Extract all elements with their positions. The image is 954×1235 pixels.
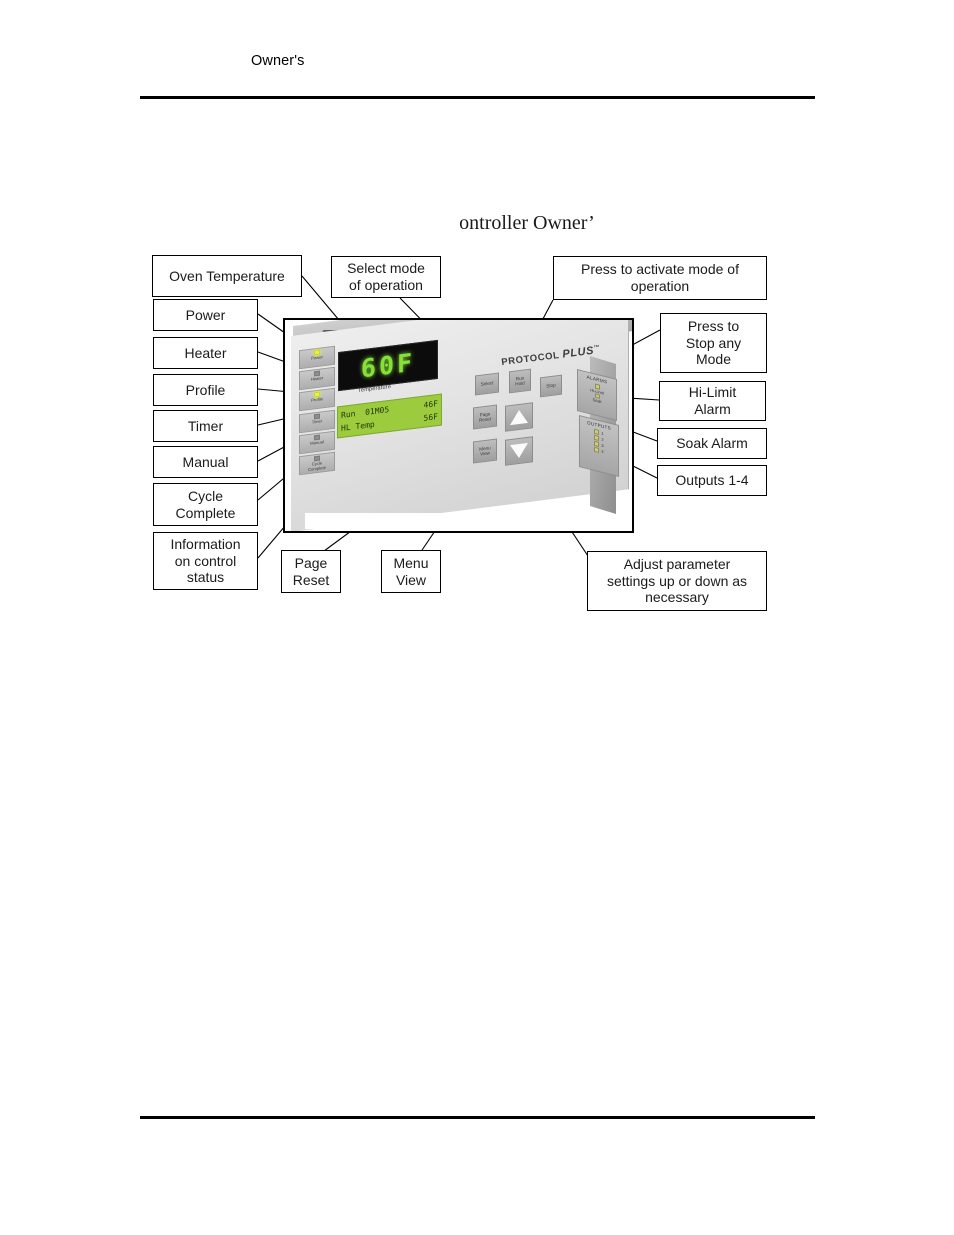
- callout-oven-temperature: Oven Temperature: [152, 255, 302, 297]
- output-3-indicator-icon: [594, 441, 600, 447]
- led-button-power[interactable]: Power: [299, 345, 335, 370]
- arrow-down-icon: [510, 442, 528, 460]
- callout-soak-alarm-label: Soak Alarm: [676, 435, 748, 452]
- brand-trademark: ™: [593, 344, 601, 352]
- page-reset-button-label: Page Reset: [478, 410, 491, 423]
- callout-power: Power: [153, 299, 258, 331]
- callout-outputs-1-4: Outputs 1-4: [657, 465, 767, 496]
- callout-select-mode-label: Select mode of operation: [347, 260, 425, 293]
- output-2-indicator-icon: [594, 435, 600, 441]
- select-button[interactable]: Select: [475, 372, 499, 396]
- page-header-text: Owner's: [251, 53, 305, 69]
- callout-information-on-control-status: Information on control status: [153, 532, 258, 590]
- page-title: ontroller Owner’: [0, 212, 954, 235]
- callout-adjust-parameter: Adjust parameter settings up or down as …: [587, 551, 767, 611]
- led-button-cycle-complete-label: Cycle Complete: [308, 460, 326, 472]
- callout-press-to-activate-label: Press to activate mode of operation: [581, 261, 739, 294]
- callout-manual-label: Manual: [182, 453, 229, 470]
- callout-information-label: Information on control status: [170, 536, 241, 586]
- callout-oven-temperature-label: Oven Temperature: [169, 267, 285, 284]
- led-button-heater-label: Heater: [310, 375, 324, 382]
- page-title-text: ontroller Owner’: [459, 212, 595, 234]
- callout-profile-label: Profile: [185, 381, 226, 398]
- callout-hi-limit-alarm: Hi-Limit Alarm: [659, 381, 766, 421]
- callout-timer-label: Timer: [187, 417, 224, 434]
- led-button-cycle-complete[interactable]: Cycle Complete: [299, 451, 335, 476]
- stop-button[interactable]: Stop: [540, 374, 562, 398]
- output-indicator-4: 4: [594, 447, 604, 455]
- callout-cycle-complete-label: Cycle Complete: [175, 487, 236, 521]
- callout-hi-limit-alarm-label: Hi-Limit Alarm: [688, 384, 737, 417]
- callout-select-mode: Select mode of operation: [331, 256, 441, 298]
- callout-cycle-complete: Cycle Complete: [153, 483, 258, 526]
- callout-profile: Profile: [153, 374, 258, 406]
- outputs-panel: OUTPUTS 1 2 3 4: [579, 415, 619, 477]
- led-button-manual-label: Manual: [310, 438, 324, 446]
- callout-heater: Heater: [153, 337, 258, 369]
- led-button-timer-label: Timer: [311, 417, 323, 425]
- led-button-power-label: Power: [311, 354, 323, 361]
- output-4-indicator-icon: [594, 447, 600, 453]
- temperature-display-value: 60F: [360, 347, 416, 384]
- callout-page-reset: Page Reset: [281, 550, 341, 593]
- photo-background-fill: [305, 513, 605, 529]
- led-button-manual[interactable]: Manual: [299, 430, 335, 454]
- led-button-timer[interactable]: Timer: [299, 409, 335, 433]
- callout-soak-alarm: Soak Alarm: [657, 428, 767, 459]
- increase-value-button[interactable]: [505, 402, 533, 432]
- callout-menu-view: Menu View: [381, 550, 441, 593]
- alarm-soak: Soak: [592, 392, 602, 405]
- callout-press-to-activate: Press to activate mode of operation: [553, 256, 767, 300]
- callout-menu-view-label: Menu View: [393, 554, 429, 588]
- status-led-column: Power Heater Profile Timer Manual Cycle …: [299, 345, 335, 478]
- callout-press-to-stop-label: Press to Stop any Mode: [685, 318, 742, 368]
- menu-view-button-label: Menu View: [479, 444, 491, 457]
- page-reset-button[interactable]: Page Reset: [473, 404, 497, 430]
- header-rule: [140, 96, 815, 99]
- footer-rule: [140, 1116, 815, 1119]
- callout-power-label: Power: [185, 306, 226, 323]
- callout-heater-label: Heater: [184, 344, 227, 361]
- select-button-label: Select: [480, 380, 494, 388]
- callout-press-to-stop: Press to Stop any Mode: [660, 313, 767, 373]
- output-3-label: 3: [601, 442, 604, 449]
- run-hold-button-label: Run Hold: [515, 375, 525, 387]
- alarm-soak-label: Soak: [592, 396, 602, 405]
- lcd-line-2-left: HL Temp: [341, 419, 375, 433]
- output-1-indicator-icon: [594, 429, 600, 435]
- output-2-label: 2: [601, 436, 604, 443]
- decrease-value-button[interactable]: [505, 436, 533, 466]
- output-1-label: 1: [601, 430, 604, 437]
- callout-manual: Manual: [153, 446, 258, 478]
- stop-button-label: Stop: [546, 382, 556, 389]
- callout-outputs-label: Outputs 1-4: [675, 472, 749, 489]
- led-button-heater[interactable]: Heater: [299, 366, 335, 391]
- output-4-label: 4: [601, 448, 604, 455]
- controller-device: PROTOCOL PLUS™ 60F Temperature Run 01M05…: [285, 320, 632, 531]
- controller-photo: PROTOCOL PLUS™ 60F Temperature Run 01M05…: [283, 318, 634, 533]
- leader-lines: [257, 275, 661, 559]
- run-hold-button[interactable]: Run Hold: [509, 368, 531, 394]
- led-button-profile[interactable]: Profile: [299, 388, 335, 412]
- led-button-profile-label: Profile: [311, 396, 323, 404]
- callout-page-reset-label: Page Reset: [292, 554, 330, 588]
- menu-view-button[interactable]: Menu View: [473, 438, 497, 464]
- callout-adjust-parameter-label: Adjust parameter settings up or down as …: [606, 556, 748, 606]
- arrow-up-icon: [510, 408, 528, 426]
- lcd-line-2-right: 56F: [423, 412, 438, 423]
- callout-timer: Timer: [153, 410, 258, 442]
